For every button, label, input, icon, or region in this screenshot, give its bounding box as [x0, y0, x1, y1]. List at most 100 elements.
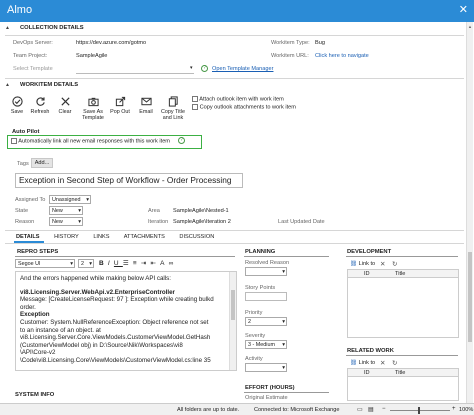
autopilot-option[interactable]: Automatically link all new email respons…: [11, 138, 170, 144]
attach-outlook-checkbox[interactable]: [192, 96, 198, 102]
tab-attachments[interactable]: ATTACHMENTS: [124, 234, 165, 240]
template-select[interactable]: [76, 73, 194, 74]
outdent-icon[interactable]: ⇤: [151, 260, 161, 267]
related-col-id: ID: [364, 370, 370, 376]
workitem-header: WORKITEM DETAILS: [20, 82, 79, 88]
tab-details[interactable]: DETAILS: [16, 234, 40, 240]
dev-col-title: Title: [395, 271, 406, 277]
save-icon: [11, 96, 23, 107]
link-icon[interactable]: ∞: [169, 260, 178, 267]
camera-icon: [87, 97, 99, 107]
reason-value: New: [52, 219, 63, 225]
pop-out-button[interactable]: Pop Out: [107, 96, 133, 115]
indent-icon[interactable]: ⇥: [141, 260, 151, 267]
delete-icon[interactable]: ✕: [380, 260, 385, 268]
priority-select[interactable]: 2 ▾: [245, 317, 287, 326]
state-select[interactable]: New ▾: [49, 206, 83, 215]
story-points-input[interactable]: [245, 292, 287, 301]
normal-view-icon[interactable]: ▭: [357, 406, 363, 413]
tags-label: Tags: [17, 161, 29, 167]
repro-line: to an instance of an object. at: [20, 326, 101, 334]
refresh-icon[interactable]: ↻: [392, 359, 397, 367]
underline-icon[interactable]: U: [114, 260, 123, 267]
server-value: https://dev.azure.com/gotmo: [76, 40, 147, 46]
copy-title-button[interactable]: Copy Title and Link: [160, 96, 186, 121]
zoom-slider-thumb[interactable]: [418, 407, 420, 414]
area-value[interactable]: SampleAgile\Nested-1: [173, 208, 229, 214]
font-size-select[interactable]: 2 ▾: [78, 259, 94, 268]
workitem-collapse-icon[interactable]: ▲: [5, 82, 10, 88]
help-icon: ?: [201, 65, 208, 72]
collection-collapse-icon[interactable]: ▲: [5, 25, 10, 31]
bold-icon[interactable]: B: [99, 260, 108, 267]
priority-value: 2: [248, 319, 251, 325]
assigned-label: Assigned To: [15, 197, 46, 203]
related-link-to-button[interactable]: ⛓ Link to: [350, 360, 375, 366]
tab-discussion[interactable]: DISCUSSION: [179, 234, 214, 240]
status-bar: All folders are up to date. Connected to…: [0, 403, 474, 415]
divider: [5, 35, 464, 36]
open-template-manager-link[interactable]: Open Template Manager: [212, 66, 273, 72]
dev-link-to-button[interactable]: ⛓ Link to: [350, 261, 375, 267]
zoom-level: 100%: [459, 407, 474, 413]
zoom-out-icon[interactable]: −: [382, 406, 386, 412]
attach-outlook-option[interactable]: Attach outlook item with work item: [192, 96, 284, 102]
chevron-down-icon[interactable]: ▾: [190, 65, 193, 71]
scrollbar-thumb[interactable]: [468, 252, 472, 342]
clear-button[interactable]: Clear: [52, 96, 78, 115]
zoom-in-icon[interactable]: +: [452, 406, 456, 412]
iteration-value[interactable]: SampleAgile\Iteration 2: [173, 219, 231, 225]
add-tag-button[interactable]: Add...: [31, 158, 53, 168]
title-input[interactable]: Exception in Second Step of Workflow - O…: [15, 173, 243, 188]
main-scrollbar[interactable]: ▲: [466, 22, 473, 403]
tab-history[interactable]: HISTORY: [54, 234, 79, 240]
connection-status: Connected to: Microsoft Exchange: [254, 407, 340, 413]
email-button[interactable]: Email: [133, 96, 159, 115]
delete-icon[interactable]: ✕: [380, 359, 385, 367]
resolved-reason-select[interactable]: ▾: [245, 267, 287, 276]
number-list-icon[interactable]: ≡: [133, 260, 141, 267]
dev-grid-header: ID Title: [347, 269, 459, 278]
app-title: Almo: [7, 4, 33, 16]
activity-select[interactable]: ▾: [245, 363, 287, 372]
save-as-template-button[interactable]: Save As Template: [80, 96, 106, 121]
chevron-down-icon: ▾: [70, 261, 73, 267]
copy-attachments-option[interactable]: Copy outlook attachments to work item: [192, 104, 296, 110]
divider: [5, 243, 464, 244]
font-select[interactable]: Segoe UI ▾: [15, 259, 75, 268]
close-icon[interactable]: ✕: [459, 3, 468, 16]
repro-scrollbar[interactable]: [229, 272, 236, 370]
color-icon[interactable]: A: [160, 260, 169, 267]
tab-links[interactable]: LINKS: [93, 234, 109, 240]
refresh-icon[interactable]: ↻: [392, 260, 397, 268]
chevron-down-icon: ▾: [282, 269, 285, 275]
divider: [15, 256, 235, 257]
chevron-down-icon: ▾: [282, 365, 285, 371]
link-icon: ⛓: [350, 360, 358, 366]
template-label: Select Template: [13, 66, 53, 72]
chevron-down-icon: ▾: [89, 261, 92, 267]
repro-editor[interactable]: And the errors happened while making bel…: [15, 271, 237, 371]
reading-view-icon[interactable]: ▤: [368, 406, 374, 413]
autopilot-checkbox[interactable]: [11, 138, 17, 144]
folders-status: All folders are up to date.: [177, 407, 240, 413]
related-grid: [347, 377, 459, 401]
wit-type-value: Bug: [315, 40, 325, 46]
assigned-select[interactable]: Unassigned ▾: [49, 195, 91, 204]
related-link-to-label: Link to: [358, 360, 376, 366]
wit-url-link[interactable]: Click here to navigate: [315, 53, 369, 59]
font-size-value: 2: [81, 261, 84, 267]
reason-select[interactable]: New ▾: [49, 217, 83, 226]
severity-select[interactable]: 3 - Medium ▾: [245, 340, 287, 349]
activity-label: Activity: [245, 356, 263, 362]
zoom-slider[interactable]: [390, 410, 450, 411]
chevron-down-icon: ▾: [282, 342, 285, 348]
repro-header: REPRO STEPS: [17, 249, 59, 255]
project-label: Team Project:: [13, 53, 48, 59]
attach-outlook-label: Attach outlook item with work item: [199, 96, 284, 103]
refresh-button[interactable]: Refresh: [27, 96, 53, 115]
bullet-list-icon[interactable]: ☰: [123, 260, 133, 267]
scroll-up-icon[interactable]: ▲: [468, 24, 472, 29]
copy-attachments-checkbox[interactable]: [192, 104, 198, 110]
scrollbar-thumb[interactable]: [231, 290, 235, 320]
